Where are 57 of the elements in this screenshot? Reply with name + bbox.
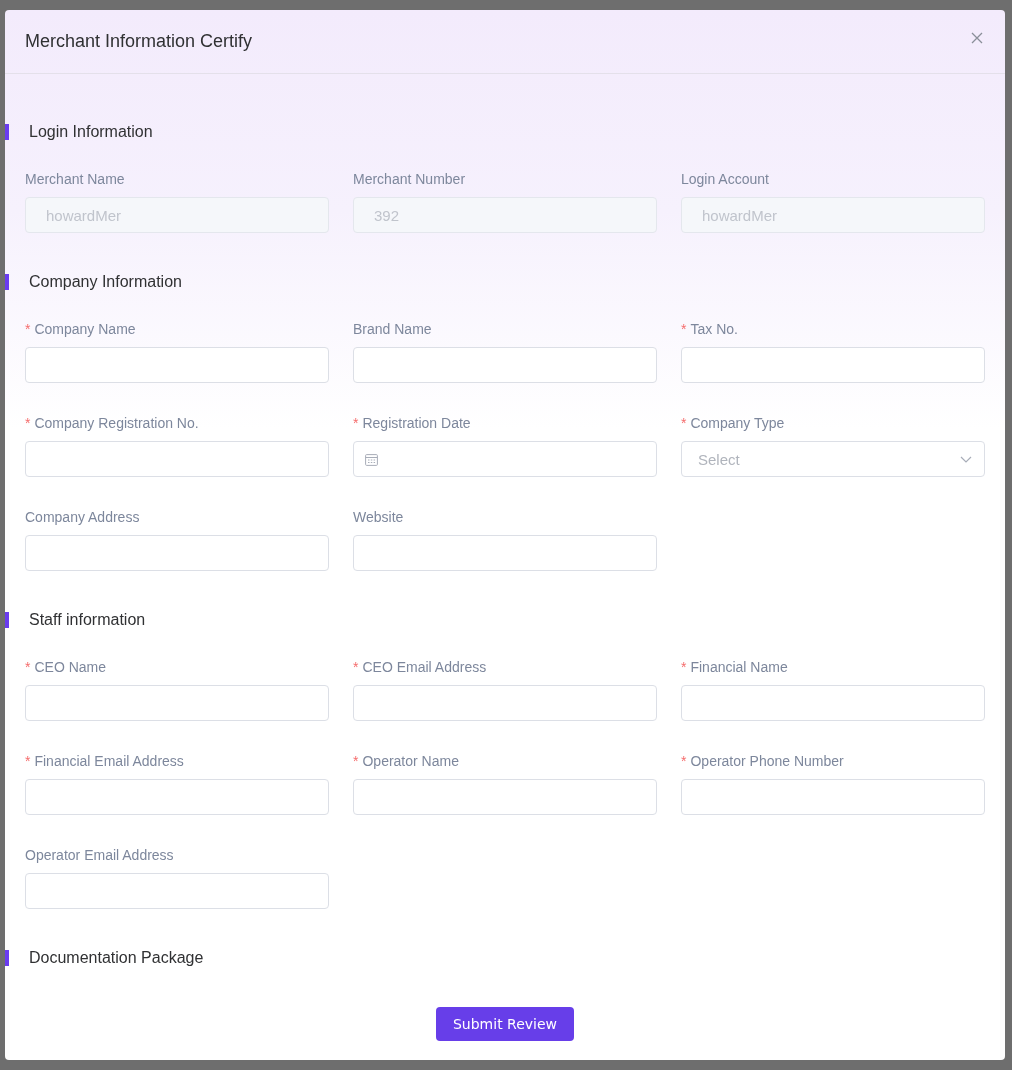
field-label: Operator Phone Number [690,752,844,771]
section-marker [5,612,9,628]
input-field[interactable] [25,347,329,383]
section-marker [5,950,9,966]
section-title: Login Information [29,123,153,141]
calendar-icon [365,452,378,466]
input-field[interactable] [353,535,657,571]
input-field[interactable] [353,779,657,815]
field-label: CEO Name [34,658,107,677]
field-label: CEO Email Address [362,658,487,677]
field-label: Website [353,508,404,527]
field-label: Company Address [25,508,140,527]
input-field[interactable] [681,779,985,815]
input-field[interactable] [25,441,329,477]
required-asterisk: * [25,660,31,674]
field-label: Financial Email Address [34,752,184,771]
field-label: Login Account [681,170,769,189]
required-asterisk: * [25,416,31,430]
section-marker [5,124,9,140]
input-field[interactable] [25,779,329,815]
close-icon[interactable] [971,31,983,44]
dialog-title: Merchant Information Certify [25,31,253,52]
select-field[interactable]: Select [681,441,985,477]
section-title: Documentation Package [29,949,204,967]
required-asterisk: * [353,416,359,430]
required-asterisk: * [681,660,687,674]
field-label: Operator Email Address [25,846,174,865]
chevron-down-icon [960,455,972,463]
input-field[interactable] [25,535,329,571]
required-asterisk: * [25,322,31,336]
section-marker [5,274,9,290]
field-label: Operator Name [362,752,459,771]
input-field[interactable] [681,347,985,383]
field-label: Company Registration No. [34,414,199,433]
field-label: Registration Date [362,414,471,433]
field-label: Brand Name [353,320,432,339]
input-field[interactable] [353,685,657,721]
required-asterisk: * [353,660,359,674]
required-asterisk: * [681,754,687,768]
field-label: Company Name [34,320,136,339]
required-asterisk: * [353,754,359,768]
required-asterisk: * [681,322,687,336]
input-field[interactable] [25,873,329,909]
required-asterisk: * [25,754,31,768]
submit-button[interactable]: Submit Review [436,1007,574,1041]
field-label: Company Type [690,414,785,433]
section-title: Staff information [29,611,146,629]
field-label: Merchant Number [353,170,466,189]
input-field[interactable] [25,685,329,721]
input-field[interactable] [681,685,985,721]
date-picker[interactable] [353,441,657,477]
field-label: Tax No. [690,320,738,339]
field-label: Financial Name [690,658,788,677]
field-label: Merchant Name [25,170,125,189]
section-title: Company Information [29,273,182,291]
input-field[interactable] [353,347,657,383]
required-asterisk: * [681,416,687,430]
